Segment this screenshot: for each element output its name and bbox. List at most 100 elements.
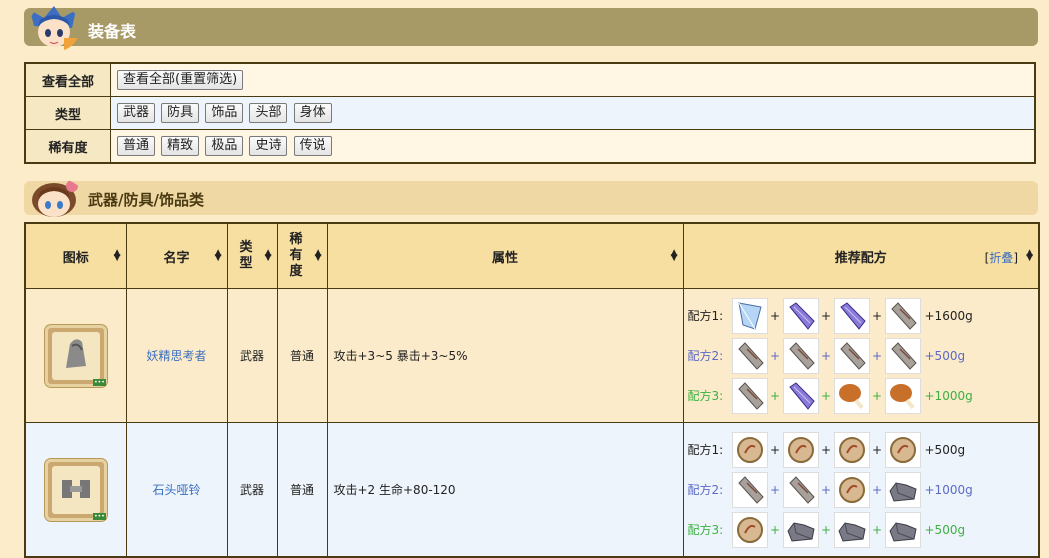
iron-ore-icon[interactable] (884, 511, 921, 548)
plus-sign: + (820, 522, 832, 537)
item-name-link[interactable]: 妖精思考者 (146, 349, 206, 363)
recipe-label: 配方3: (687, 389, 724, 403)
iron-ore-icon[interactable] (833, 511, 870, 548)
filter-rarity-legendary-button[interactable]: 传说 (293, 136, 332, 156)
purple-bar-icon[interactable] (833, 297, 870, 334)
filter-type-weapon-button[interactable]: 武器 (117, 103, 156, 123)
gold-cost: +1000g (924, 482, 973, 497)
stone-slab-icon[interactable] (731, 471, 768, 508)
filter-type-accessory-button[interactable]: 饰品 (205, 103, 244, 123)
filter-rarity-epic-button[interactable]: 史诗 (249, 136, 288, 156)
leather-icon[interactable] (731, 431, 768, 468)
column-header-type[interactable]: 类型 ▲ ▼ (226, 222, 278, 289)
gold-cost: +500g (924, 348, 966, 363)
stone-slab-icon[interactable] (782, 471, 819, 508)
plus-sign: + (820, 388, 832, 403)
item-name-cell: 妖精思考者 (125, 288, 228, 423)
filter-label: 查看全部 (24, 62, 111, 97)
item-icon[interactable]: ••• (44, 458, 107, 521)
avatar (28, 4, 80, 52)
filter-row-all: 查看全部 查看全部(重置筛选) (24, 62, 1036, 97)
column-header-name[interactable]: 名字 ▲ ▼ (125, 222, 228, 289)
column-header-attr[interactable]: 属性 ▲ ▼ (326, 222, 684, 289)
page-title: 装备表 (88, 22, 137, 41)
header-bar (24, 8, 1038, 46)
leather-icon[interactable] (782, 431, 819, 468)
recipe-label: 配方1: (687, 443, 724, 457)
column-header-rarity[interactable]: 稀有度 ▲ ▼ (276, 222, 328, 289)
filter-rarity-common-button[interactable]: 普通 (117, 136, 156, 156)
stone-slab-icon[interactable] (731, 337, 768, 374)
stone-slab-icon[interactable] (884, 297, 921, 334)
plus-sign: + (769, 348, 781, 363)
collapse-toggle[interactable]: [折叠] (985, 249, 1018, 266)
sort-icon: ▲ ▼ (113, 248, 121, 263)
plus-sign: + (769, 522, 781, 537)
item-icon[interactable]: ••• (44, 324, 107, 387)
equipment-table: 图标 ▲ ▼ 名字 ▲ ▼ 类型 ▲ ▼ 稀有度 ▲ ▼ 属性 ▲ ▼ 推荐配方 [折叠] ▲ ▼ •… (24, 222, 1040, 558)
item-name-link[interactable]: 石头哑铃 (152, 483, 200, 497)
sort-icon: ▲ ▼ (264, 248, 272, 263)
meat-icon[interactable] (833, 377, 870, 414)
sort-icon: ▲ ▼ (314, 248, 322, 263)
recipe-label: 配方2: (687, 483, 724, 497)
iron-ore-icon[interactable] (782, 511, 819, 548)
table-row: ••• 妖精思考者 武器 普通 攻击+3~5 暴击+3~5% 配方1: + + + +… (24, 288, 1040, 423)
leather-icon[interactable] (833, 471, 870, 508)
stone-slab-icon[interactable] (833, 337, 870, 374)
plus-sign: + (820, 308, 832, 323)
filter-type-head-button[interactable]: 头部 (249, 103, 288, 123)
recipe-label: 配方2: (687, 349, 724, 363)
filter-options: 武器 防具 饰品 头部 身体 (110, 96, 1036, 130)
recipe-2: 配方2: + + + +500g (688, 336, 1038, 376)
item-tag-icon: ••• (93, 378, 106, 386)
filter-options: 普通 精致 极品 史诗 传说 (110, 129, 1036, 164)
column-header-icon[interactable]: 图标 ▲ ▼ (24, 222, 127, 289)
filter-rarity-fine-button[interactable]: 精致 (161, 136, 200, 156)
stone-slab-icon[interactable] (884, 337, 921, 374)
purple-bar-icon[interactable] (782, 297, 819, 334)
item-recipes-cell: 配方1: + + + +500g 配方2: + + + +1000g 配方3: + + + +50… (682, 422, 1040, 558)
item-attr-cell: 攻击+3~5 暴击+3~5% (326, 288, 684, 423)
plus-sign: + (820, 442, 832, 457)
plus-sign: + (769, 308, 781, 323)
item-attr-cell: 攻击+2 生命+80-120 (326, 422, 684, 558)
recipe-3: 配方3: + + + +500g (688, 510, 1038, 550)
leather-icon[interactable] (833, 431, 870, 468)
plus-sign: + (820, 348, 832, 363)
filter-label: 稀有度 (24, 129, 111, 164)
column-header-recipe[interactable]: 推荐配方 [折叠] ▲ ▼ (682, 222, 1040, 289)
leather-icon[interactable] (731, 511, 768, 548)
item-recipes-cell: 配方1: + + + +1600g 配方2: + + + +500g 配方3: + + + +10… (682, 288, 1040, 423)
purple-bar-icon[interactable] (782, 377, 819, 414)
plus-sign: + (769, 388, 781, 403)
filter-rarity-superior-button[interactable]: 极品 (205, 136, 244, 156)
gold-cost: +1000g (924, 388, 973, 403)
brown-hair-avatar-icon (32, 180, 78, 217)
reset-filter-button[interactable]: 查看全部(重置筛选) (117, 70, 244, 90)
filter-type-armor-button[interactable]: 防具 (161, 103, 200, 123)
table-row: ••• 石头哑铃 武器 普通 攻击+2 生命+80-120 配方1: + + + +5… (24, 422, 1040, 558)
iron-ore-icon[interactable] (884, 471, 921, 508)
dumbbell-icon (61, 479, 90, 498)
avatar (26, 178, 84, 218)
gold-cost: +500g (924, 442, 966, 457)
filter-label: 类型 (24, 96, 111, 130)
meat-icon[interactable] (884, 377, 921, 414)
filter-type-body-button[interactable]: 身体 (293, 103, 332, 123)
collapse-link[interactable]: 折叠 (989, 251, 1013, 265)
filter-row-rarity: 稀有度 普通 精致 极品 史诗 传说 (24, 129, 1036, 164)
stone-slab-icon[interactable] (731, 377, 768, 414)
recipe-2: 配方2: + + + +1000g (688, 470, 1038, 510)
crystal-icon[interactable] (731, 297, 768, 334)
stone-slab-icon[interactable] (782, 337, 819, 374)
sort-icon: ▲ ▼ (214, 248, 222, 263)
item-type-cell: 武器 (226, 422, 278, 558)
plus-sign: + (820, 482, 832, 497)
sort-icon: ▲ ▼ (670, 248, 678, 263)
plus-sign: + (871, 388, 883, 403)
plus-sign: + (769, 442, 781, 457)
plus-sign: + (871, 482, 883, 497)
leather-icon[interactable] (884, 431, 921, 468)
sort-icon: ▲ ▼ (1026, 248, 1033, 263)
